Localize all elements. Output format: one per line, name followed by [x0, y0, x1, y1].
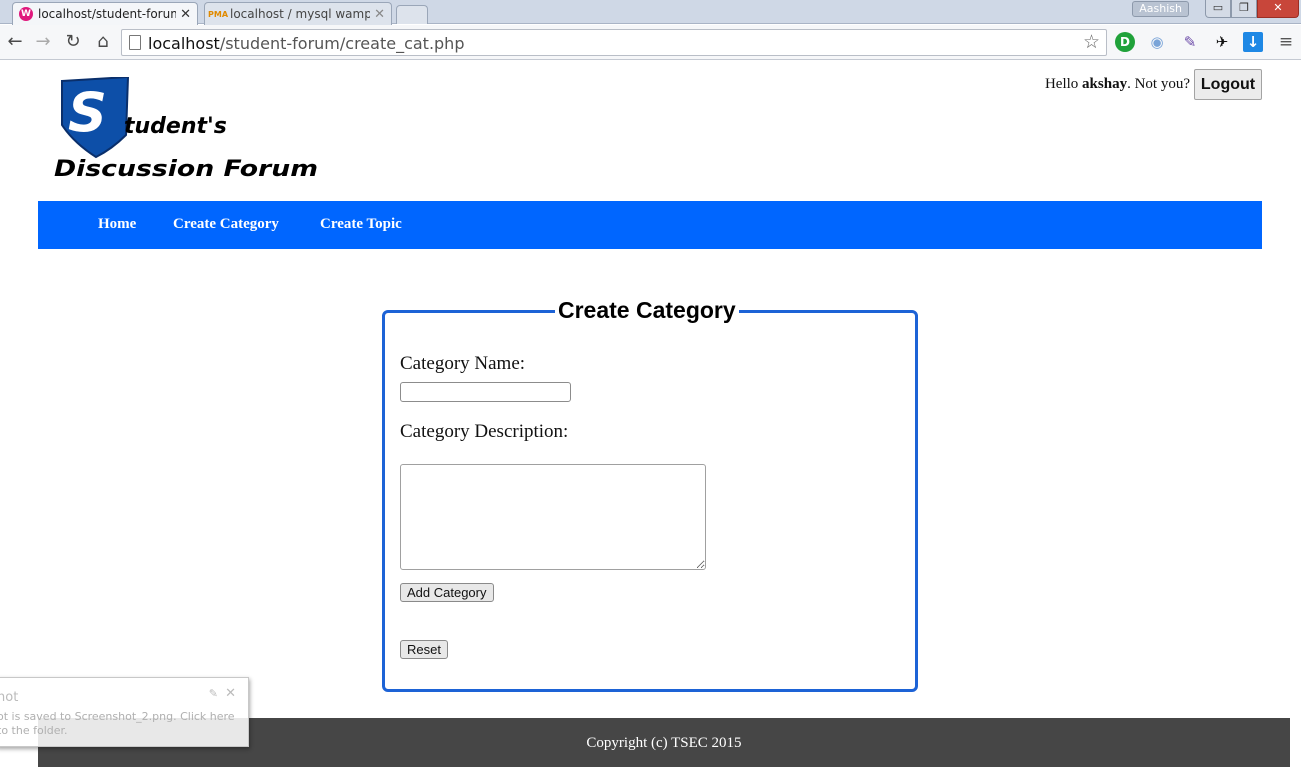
nav-create-category-link[interactable]: Create Category [173, 216, 279, 233]
main-nav: Home Create Category Create Topic [38, 201, 1262, 249]
category-description-label: Category Description: [400, 421, 569, 442]
browser-tab[interactable]: PMA localhost / mysql wampse ✕ [204, 2, 392, 25]
add-category-button[interactable]: Add Category [400, 583, 494, 602]
category-description-input[interactable] [400, 464, 706, 570]
category-name-label: Category Name: [400, 353, 526, 374]
site-logo[interactable]: S tudent's Discussion Forum [52, 77, 327, 183]
notification-message[interactable]: ot is saved to Screenshot_2.png. Click h… [0, 710, 247, 738]
screenshot-notification[interactable]: hot ot is saved to Screenshot_2.png. Cli… [0, 677, 249, 747]
logout-button[interactable]: Logout [1194, 69, 1262, 100]
back-arrow-icon[interactable]: ← [4, 30, 26, 54]
close-tab-icon[interactable]: ✕ [180, 7, 191, 22]
address-bar[interactable]: localhost/student-forum/create_cat.php ☆ [121, 29, 1107, 56]
eyedropper-icon[interactable]: ✎ [1180, 32, 1200, 52]
notification-title: hot [0, 690, 19, 705]
category-name-input[interactable] [400, 382, 571, 402]
nav-create-topic-link[interactable]: Create Topic [320, 216, 402, 233]
tab-title: localhost/student-forum/c [38, 7, 176, 21]
extension-icon[interactable]: ✈ [1212, 32, 1232, 52]
reload-icon[interactable]: ↻ [62, 30, 84, 54]
download-icon[interactable]: ↓ [1243, 32, 1263, 52]
logo-line2: Discussion Forum [54, 157, 318, 182]
logo-letter: S [68, 81, 107, 144]
menu-icon[interactable]: ≡ [1276, 32, 1296, 52]
window-close-icon[interactable]: ✕ [1257, 0, 1299, 18]
bookmark-star-icon[interactable]: ☆ [1083, 31, 1100, 53]
profile-badge[interactable]: Aashish [1132, 1, 1189, 17]
browser-toolbar: ← → ↻ ⌂ localhost/student-forum/create_c… [0, 25, 1301, 60]
close-icon[interactable]: ✕ [225, 686, 236, 701]
wamp-icon: W [19, 7, 33, 21]
minimize-icon[interactable]: ▭ [1205, 0, 1231, 18]
extension-icon[interactable]: D [1115, 32, 1135, 52]
user-greeting: Hello akshay. Not you? [1044, 76, 1190, 92]
pin-icon[interactable]: ✎ [209, 687, 218, 700]
tab-title: localhost / mysql wampse [230, 7, 371, 21]
camera-icon[interactable]: ◉ [1147, 32, 1167, 52]
reset-button[interactable]: Reset [400, 640, 448, 659]
browser-tab-active[interactable]: W localhost/student-forum/c ✕ [12, 2, 198, 25]
pma-icon: PMA [208, 9, 229, 19]
nav-home-link[interactable]: Home [98, 216, 136, 233]
url-text[interactable]: localhost/student-forum/create_cat.php [148, 34, 464, 53]
create-category-fieldset: Create Category Category Name: Category … [382, 297, 918, 692]
forward-arrow-icon[interactable]: → [32, 30, 54, 54]
maximize-icon[interactable]: ❐ [1231, 0, 1257, 18]
form-legend: Create Category [555, 297, 739, 324]
username: akshay [1082, 76, 1128, 92]
logo-line1: tudent's [124, 114, 227, 139]
close-tab-icon[interactable]: ✕ [374, 7, 385, 22]
home-icon[interactable]: ⌂ [92, 30, 114, 54]
browser-tab-strip: W localhost/student-forum/c ✕ PMA localh… [0, 0, 1301, 25]
new-tab-button[interactable] [396, 5, 428, 24]
page-icon [129, 35, 141, 50]
